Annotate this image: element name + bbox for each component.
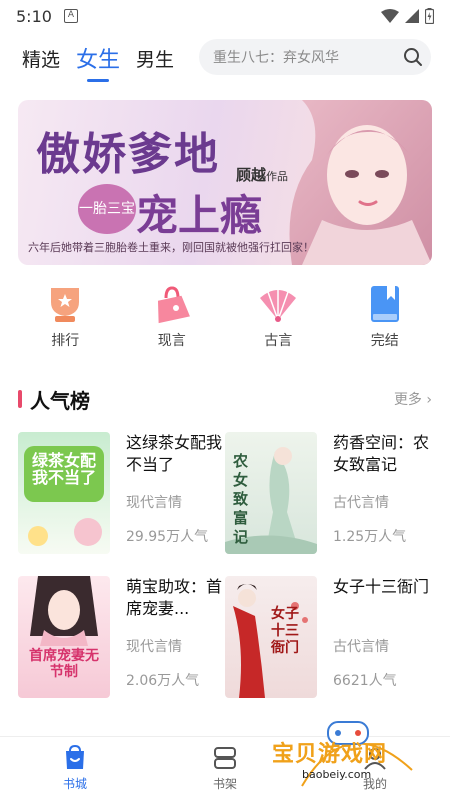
watermark-url: baobeiy.com bbox=[302, 768, 372, 781]
cover-title: 首席宠妻无节制 bbox=[29, 648, 99, 680]
more-link[interactable]: 更多 › bbox=[394, 389, 432, 409]
banner-title-line2: 宠上瘾 bbox=[136, 191, 263, 240]
signal-icon bbox=[405, 9, 419, 23]
category-modern-romance[interactable]: 现言 bbox=[132, 284, 212, 350]
trophy-icon bbox=[51, 288, 80, 322]
book-genre: 现代言情 bbox=[126, 639, 182, 655]
battery-icon bbox=[425, 8, 434, 24]
banner-author: 顾越作品 bbox=[236, 164, 288, 185]
section-title: 人气榜 bbox=[30, 388, 90, 413]
book-item[interactable]: 首席宠妻无节制 萌宝助攻：首席宠妻... 现代言情 2.06万人气 bbox=[18, 576, 225, 698]
category-label: 古言 bbox=[264, 333, 293, 349]
banner-badge: 一胎三宝 bbox=[78, 184, 136, 234]
category-label: 排行 bbox=[51, 333, 80, 349]
book-popularity: 6621人气 bbox=[333, 673, 397, 689]
category-ancient-romance[interactable]: 古言 bbox=[238, 284, 318, 350]
book-cover: 女子十三衙门 bbox=[225, 576, 317, 698]
nav-label: 书城 bbox=[62, 777, 87, 791]
status-icons bbox=[381, 8, 434, 24]
fan-icon bbox=[260, 288, 297, 322]
cover-title: 绿茶女配我不当了 bbox=[31, 451, 96, 487]
top-header: 精选 女生 男生 重生八七：弃女风华 bbox=[0, 38, 450, 78]
category-label: 完结 bbox=[370, 333, 399, 349]
popular-section-header: 人气榜 更多 › bbox=[18, 386, 432, 413]
book-popularity: 2.06万人气 bbox=[126, 673, 200, 689]
banner-author-name: 顾越 bbox=[236, 166, 267, 184]
category-completed[interactable]: 完结 bbox=[345, 284, 425, 350]
section-accent-bar bbox=[18, 390, 22, 408]
tab-male[interactable]: 男生 bbox=[136, 45, 174, 72]
book-info: 女子十三衙门 古代言情 6621人气 bbox=[333, 576, 432, 698]
book-cover: 绿茶女配我不当了 bbox=[18, 432, 110, 554]
book-popularity: 29.95万人气 bbox=[126, 529, 209, 545]
search-icon[interactable] bbox=[395, 39, 431, 75]
cover-title: 农女致富记 bbox=[233, 452, 249, 546]
watermark-text: 宝贝游戏网 bbox=[272, 742, 388, 767]
book-title: 女子十三衙门 bbox=[333, 577, 430, 596]
tab-featured[interactable]: 精选 bbox=[22, 45, 60, 72]
book-cover: 农女致富记 bbox=[225, 432, 317, 554]
book-title: 药香空间：农女致富记 bbox=[333, 433, 430, 474]
book-info: 这绿茶女配我不当了 现代言情 29.95万人气 bbox=[126, 432, 225, 554]
wifi-icon bbox=[381, 9, 399, 23]
cover-title: 女子十三衙门 bbox=[271, 606, 299, 656]
book-genre: 现代言情 bbox=[126, 495, 182, 511]
book-genre: 古代言情 bbox=[333, 495, 389, 511]
book-item[interactable]: 绿茶女配我不当了 这绿茶女配我不当了 现代言情 29.95万人气 bbox=[18, 432, 225, 554]
bookstore-icon bbox=[66, 745, 84, 769]
site-watermark: 宝贝游戏网 baobeiy.com bbox=[272, 720, 422, 790]
search-bar[interactable]: 重生八七：弃女风华 bbox=[199, 39, 431, 75]
more-label: 更多 bbox=[393, 392, 422, 408]
book-genre: 古代言情 bbox=[333, 639, 389, 655]
chevron-right-icon: › bbox=[426, 392, 432, 408]
status-bar: 5:10 A bbox=[0, 0, 450, 32]
nav-bookstore[interactable]: 书城 bbox=[0, 737, 150, 800]
category-row: 排行 现言 古言 完结 bbox=[0, 284, 450, 350]
status-time: 5:10 bbox=[16, 6, 52, 26]
bookshelf-icon bbox=[214, 747, 236, 769]
book-popularity: 1.25万人气 bbox=[333, 529, 407, 545]
book-info: 药香空间：农女致富记 古代言情 1.25万人气 bbox=[333, 432, 432, 554]
book-cover: 首席宠妻无节制 bbox=[18, 576, 110, 698]
banner-author-suffix: 作品 bbox=[266, 170, 289, 183]
book-info: 萌宝助攻：首席宠妻... 现代言情 2.06万人气 bbox=[126, 576, 225, 698]
tab-female[interactable]: 女生 bbox=[76, 42, 120, 74]
banner-subtitle: 六年后她带着三胞胎卷土重来，刚回国就被他强行扛回家！ bbox=[28, 241, 314, 254]
search-input[interactable]: 重生八七：弃女风华 bbox=[213, 47, 395, 67]
notification-icon: A bbox=[63, 9, 78, 23]
book-title: 这绿茶女配我不当了 bbox=[126, 433, 223, 474]
nav-label: 书架 bbox=[212, 777, 237, 791]
book-title: 萌宝助攻：首席宠妻... bbox=[126, 577, 223, 618]
category-ranking[interactable]: 排行 bbox=[25, 284, 105, 350]
category-label: 现言 bbox=[157, 333, 186, 349]
bookmark-book-icon bbox=[370, 286, 399, 322]
promo-banner[interactable]: 傲娇爹地 一胎三宝 宠上瘾 顾越作品 六年后她带着三胞胎卷土重来，刚回国就被他强… bbox=[18, 100, 432, 265]
book-grid: 绿茶女配我不当了 这绿茶女配我不当了 现代言情 29.95万人气 农女致富记 药… bbox=[18, 432, 432, 698]
book-item[interactable]: 女子十三衙门 女子十三衙门 古代言情 6621人气 bbox=[225, 576, 432, 698]
book-item[interactable]: 农女致富记 药香空间：农女致富记 古代言情 1.25万人气 bbox=[225, 432, 432, 554]
banner-title-line1: 傲娇爹地 bbox=[36, 129, 220, 180]
handbag-icon bbox=[157, 286, 190, 324]
